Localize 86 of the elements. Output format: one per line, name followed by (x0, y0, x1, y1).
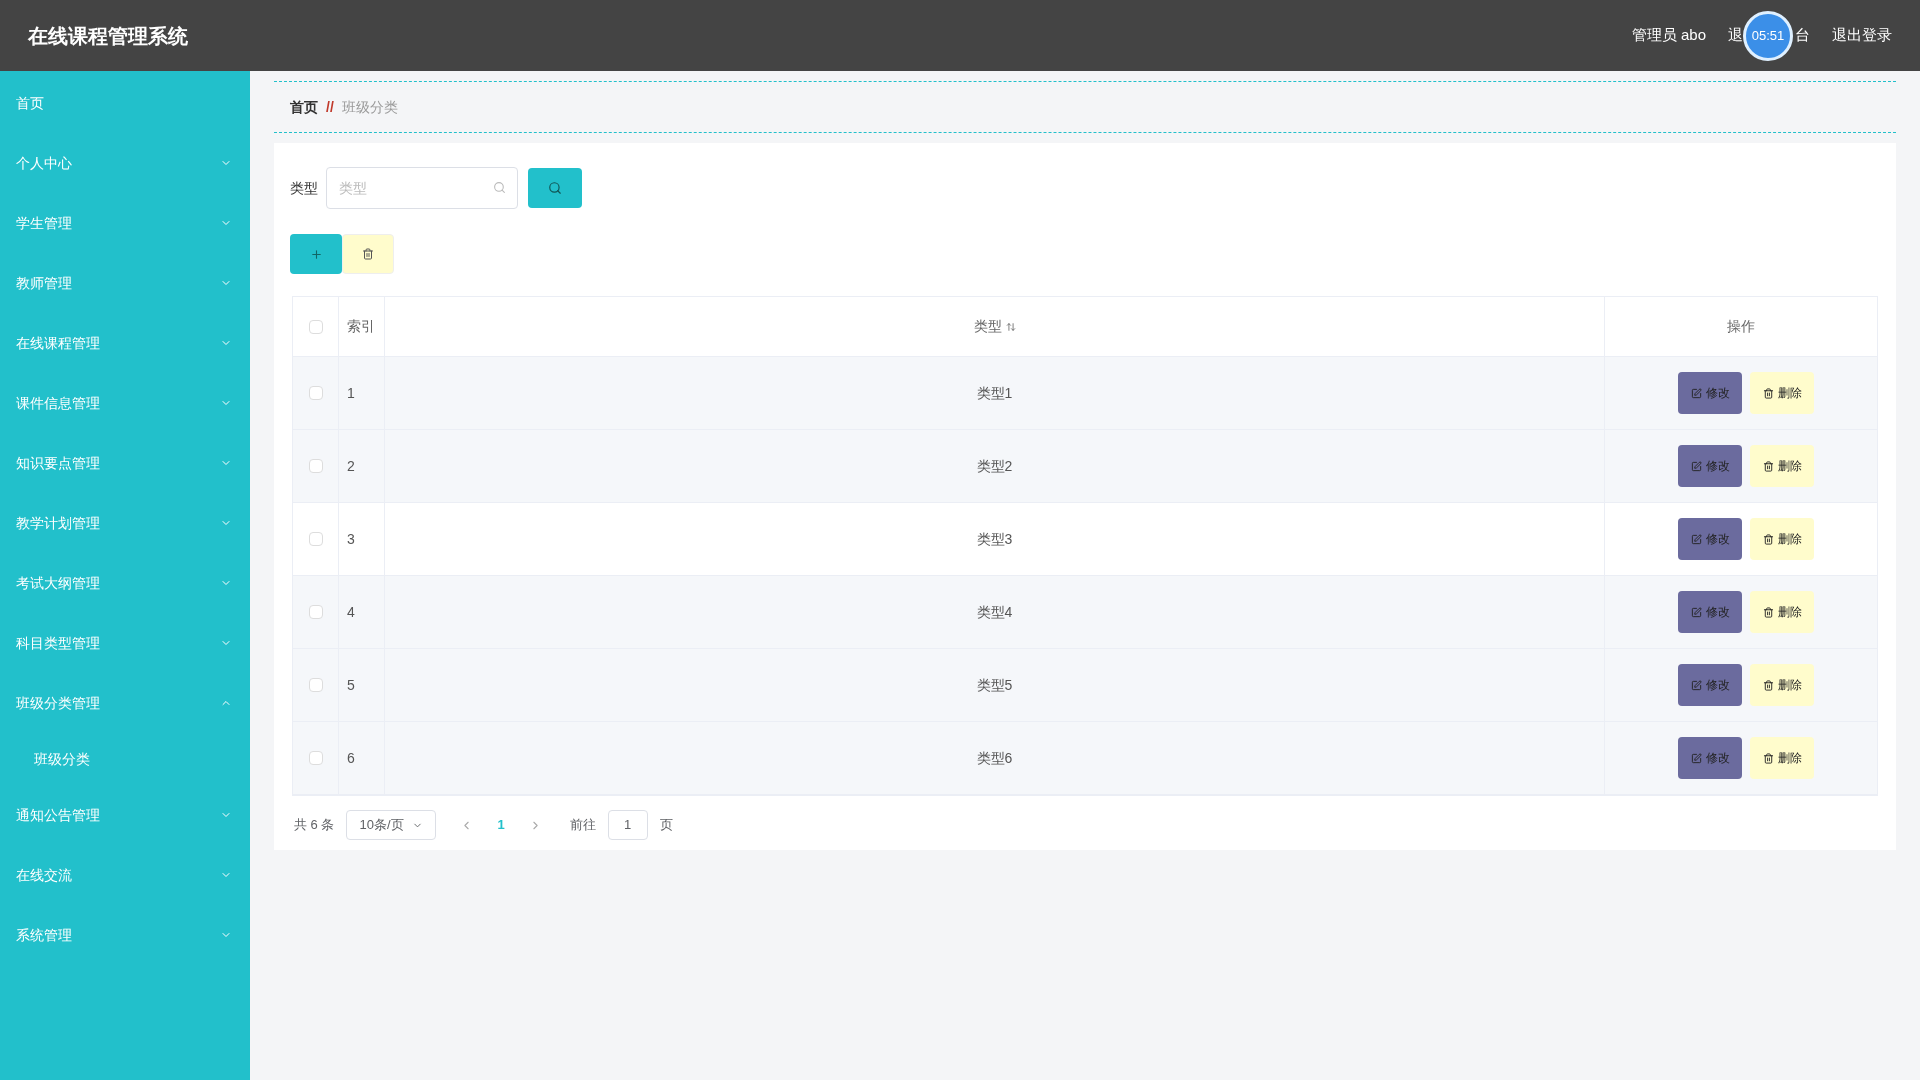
table-cell-text: 3 (347, 529, 355, 549)
table-cell-text: 6 (347, 748, 355, 768)
column-header: 操作 (1727, 317, 1755, 336)
search-label: 类型 (290, 178, 318, 198)
trash-icon (362, 248, 374, 260)
sidebar-item[interactable]: 考试大纲管理 (16, 572, 220, 594)
sidebar-item[interactable]: 教师管理 (16, 272, 220, 294)
column-header[interactable]: 类型 (973, 316, 1002, 337)
table-cell-text: 类型6 (976, 748, 1013, 768)
goto-page-field[interactable]: 1 (607, 810, 648, 840)
trash-icon (1762, 460, 1774, 472)
app-title: 在线课程管理系统 (28, 23, 188, 49)
sidebar-subitem[interactable]: 班级分类 (0, 733, 250, 785)
sidebar-item[interactable]: 个人中心 (16, 152, 220, 174)
sidebar-item[interactable]: 学生管理 (16, 212, 220, 234)
sidebar-item[interactable]: 教学计划管理 (16, 512, 220, 534)
breadcrumb-home[interactable]: 首页 (290, 96, 318, 118)
trash-icon (1762, 606, 1774, 618)
front-link[interactable]: 台 (1795, 24, 1810, 47)
row-checkbox[interactable] (308, 459, 323, 473)
edit-button[interactable]: 修改 (1678, 518, 1742, 560)
edit-icon (1690, 533, 1702, 545)
row-checkbox[interactable] (308, 605, 323, 619)
delete-button[interactable]: 删除 (1750, 445, 1814, 487)
delete-button[interactable]: 删除 (1750, 737, 1814, 779)
sidebar-item[interactable]: 在线交流 (16, 864, 220, 886)
table-cell-text: 4 (347, 602, 355, 622)
sidebar-item[interactable]: 班级分类管理 (16, 692, 220, 714)
delete-button[interactable]: 删除 (1750, 518, 1814, 560)
sidebar-item[interactable]: 知识要点管理 (16, 452, 220, 474)
edit-icon (1690, 460, 1702, 472)
front-link[interactable]: 退 (1728, 24, 1743, 47)
goto-label: 前往 (569, 816, 596, 835)
table-cell-text: 2 (347, 456, 355, 476)
edit-icon (1690, 679, 1702, 691)
edit-icon (1690, 752, 1702, 764)
sidebar-item[interactable]: 通知公告管理 (16, 804, 220, 826)
edit-button[interactable]: 修改 (1678, 591, 1742, 633)
delete-button[interactable]: 删除 (1750, 664, 1814, 706)
edit-button[interactable]: 修改 (1678, 372, 1742, 414)
page-size-select[interactable]: 10条/页 (346, 810, 437, 840)
table-cell-text: 类型4 (976, 602, 1013, 622)
edit-icon (1690, 387, 1702, 399)
search-icon (493, 181, 506, 194)
delete-button[interactable]: 删除 (1750, 591, 1814, 633)
row-checkbox[interactable] (308, 751, 323, 765)
table-cell-text: 类型2 (976, 456, 1013, 476)
page-unit-label: 页 (659, 816, 673, 835)
row-checkbox[interactable] (308, 532, 323, 546)
trash-icon (1762, 752, 1774, 764)
edit-button[interactable]: 修改 (1678, 737, 1742, 779)
edit-button[interactable]: 修改 (1678, 664, 1742, 706)
delete-selected-button[interactable] (342, 234, 394, 274)
logout-link[interactable]: 退出登录 (1832, 24, 1892, 47)
total-count: 共 6 条 (294, 816, 335, 835)
sidebar-item[interactable]: 课件信息管理 (16, 392, 220, 414)
breadcrumb-separator: // (326, 97, 334, 117)
trash-icon (1762, 387, 1774, 399)
trash-icon (1762, 533, 1774, 545)
table-cell-text: 类型1 (976, 383, 1013, 403)
timer-bubble: 05:51 (1743, 10, 1793, 61)
edit-button[interactable]: 修改 (1678, 445, 1742, 487)
sidebar-item[interactable]: 首页 (16, 92, 232, 114)
add-button[interactable] (290, 234, 342, 274)
search-icon (548, 181, 562, 195)
sidebar-item[interactable]: 系统管理 (16, 924, 220, 946)
search-button[interactable] (528, 168, 582, 208)
plus-icon (309, 247, 323, 261)
delete-button[interactable]: 删除 (1750, 372, 1814, 414)
select-all-checkbox[interactable] (308, 319, 323, 334)
edit-icon (1690, 606, 1702, 618)
table-cell-text: 5 (347, 675, 355, 695)
row-checkbox[interactable] (308, 678, 323, 692)
page-number[interactable]: 1 (485, 815, 517, 835)
sidebar-item[interactable]: 在线课程管理 (16, 332, 220, 354)
trash-icon (1762, 679, 1774, 691)
breadcrumb-current: 班级分类 (341, 97, 398, 117)
sort-icon[interactable] (1005, 321, 1016, 332)
user-label: 管理员 abo (1631, 25, 1706, 46)
column-header: 索引 (347, 317, 375, 336)
table-cell-text: 1 (347, 383, 355, 403)
row-checkbox[interactable] (308, 386, 323, 400)
table-cell-text: 类型3 (976, 529, 1013, 549)
type-search-field[interactable]: 类型 (326, 167, 518, 209)
sidebar-item[interactable]: 科目类型管理 (16, 632, 220, 654)
table-cell-text: 类型5 (976, 675, 1013, 695)
